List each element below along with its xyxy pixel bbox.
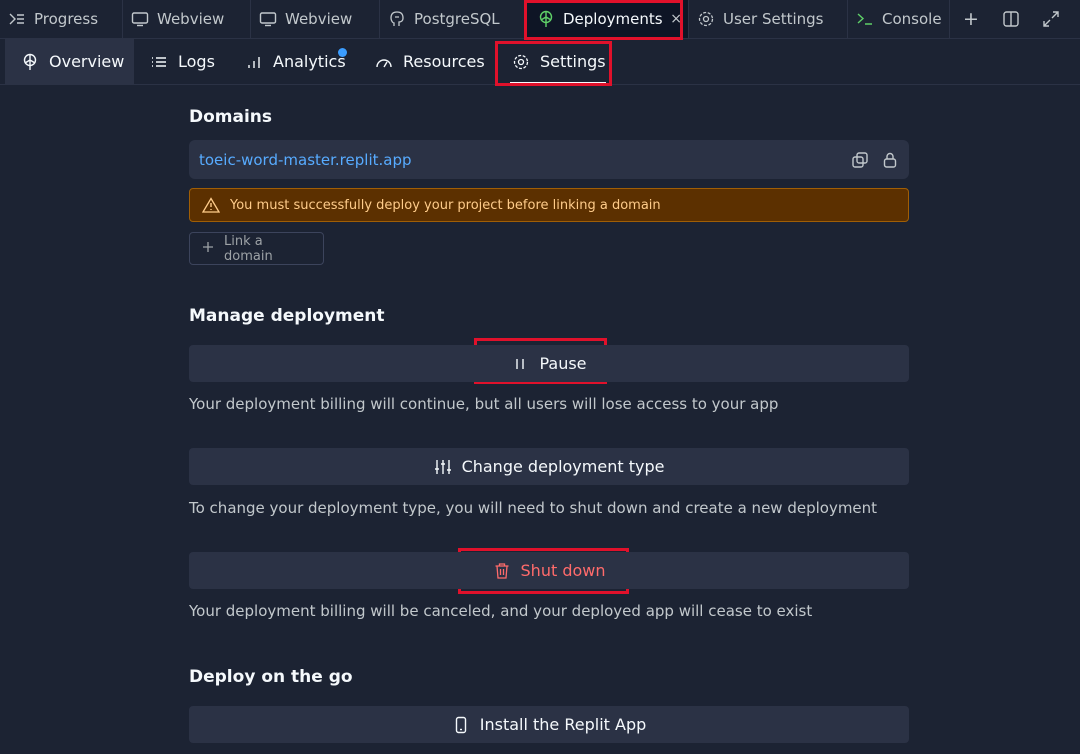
close-icon[interactable]: × xyxy=(670,11,682,27)
subtab-logs[interactable]: Logs xyxy=(134,39,229,84)
section-title-manage: Manage deployment xyxy=(189,306,385,326)
progress-icon xyxy=(8,10,26,28)
subtab-label: Analytics xyxy=(273,52,346,71)
tab-console[interactable]: Console xyxy=(848,0,950,38)
tab-label: PostgreSQL xyxy=(414,10,500,28)
link-domain-button[interactable]: Link a domain xyxy=(189,232,324,265)
tab-user-settings[interactable]: User Settings xyxy=(689,0,848,38)
change-deployment-type-button[interactable]: Change deployment type xyxy=(189,448,909,485)
subtab-label: Logs xyxy=(178,52,215,71)
list-icon xyxy=(150,53,168,71)
pause-label: Pause xyxy=(539,354,587,373)
maximize-icon[interactable] xyxy=(1042,10,1060,28)
tab-label: Deployments xyxy=(563,10,663,28)
trash-icon xyxy=(493,562,511,580)
subtab-overview[interactable]: Overview xyxy=(5,39,134,84)
subtab-analytics[interactable]: Analytics xyxy=(229,39,359,84)
monitor-icon xyxy=(131,10,149,28)
subtab-label: Resources xyxy=(403,52,485,71)
pause-button[interactable]: Pause xyxy=(189,345,909,382)
section-title-deploy-go: Deploy on the go xyxy=(189,667,353,687)
subtab-resources[interactable]: Resources xyxy=(359,39,496,84)
warning-icon xyxy=(202,196,220,214)
install-replit-app-button[interactable]: Install the Replit App xyxy=(189,706,909,743)
sliders-icon xyxy=(434,458,452,476)
shut-down-button[interactable]: Shut down xyxy=(189,552,909,589)
gauge-icon xyxy=(375,53,393,71)
bar-chart-icon xyxy=(245,53,263,71)
postgres-icon xyxy=(388,10,406,28)
tab-bar: Progress Webview Webview PostgreSQL Depl… xyxy=(0,0,1080,39)
tab-label: Progress xyxy=(34,10,99,28)
pause-description: Your deployment billing will continue, b… xyxy=(189,395,779,413)
tab-actions: + xyxy=(962,0,1080,38)
change-deployment-label: Change deployment type xyxy=(461,457,665,476)
shut-down-description: Your deployment billing will be canceled… xyxy=(189,602,813,620)
tab-webview-1[interactable]: Webview xyxy=(123,0,251,38)
gear-icon xyxy=(512,53,530,71)
add-tab-button[interactable]: + xyxy=(962,8,980,30)
domain-field: toeic-word-master.replit.app xyxy=(189,140,909,179)
deployment-subnav: Overview Logs Analytics Resources Settin… xyxy=(0,39,1080,85)
tab-label: User Settings xyxy=(723,10,824,28)
tab-label: Webview xyxy=(157,10,225,28)
install-app-label: Install the Replit App xyxy=(479,715,647,734)
mobile-phone-icon xyxy=(452,716,470,734)
tab-progress[interactable]: Progress xyxy=(0,0,123,38)
console-icon xyxy=(856,10,874,28)
subtab-settings[interactable]: Settings xyxy=(496,39,620,84)
link-domain-label: Link a domain xyxy=(224,233,273,264)
monitor-icon xyxy=(259,10,277,28)
tab-webview-2[interactable]: Webview xyxy=(251,0,380,38)
warning-text: You must successfully deploy your projec… xyxy=(230,197,661,213)
tab-label: Console xyxy=(882,10,942,28)
domain-url-link[interactable]: toeic-word-master.replit.app xyxy=(199,151,412,169)
gear-icon xyxy=(697,10,715,28)
pause-icon xyxy=(511,355,529,373)
lock-icon xyxy=(881,151,899,169)
tab-postgresql[interactable]: PostgreSQL xyxy=(380,0,527,38)
deployments-icon xyxy=(537,10,555,28)
split-pane-icon[interactable] xyxy=(1002,10,1020,28)
shut-down-label: Shut down xyxy=(520,561,606,580)
copy-icon[interactable] xyxy=(851,151,869,169)
subtab-label: Overview xyxy=(49,52,125,71)
deployments-icon xyxy=(21,53,39,71)
tab-label: Webview xyxy=(285,10,353,28)
change-deployment-description: To change your deployment type, you will… xyxy=(189,499,878,517)
domain-warning-banner: You must successfully deploy your projec… xyxy=(189,188,909,222)
active-underline xyxy=(510,82,606,84)
subtab-label: Settings xyxy=(540,52,606,71)
notification-dot xyxy=(338,48,347,57)
tab-deployments[interactable]: Deployments × xyxy=(527,0,689,38)
section-title-domains: Domains xyxy=(189,107,273,127)
plus-icon xyxy=(202,241,214,257)
